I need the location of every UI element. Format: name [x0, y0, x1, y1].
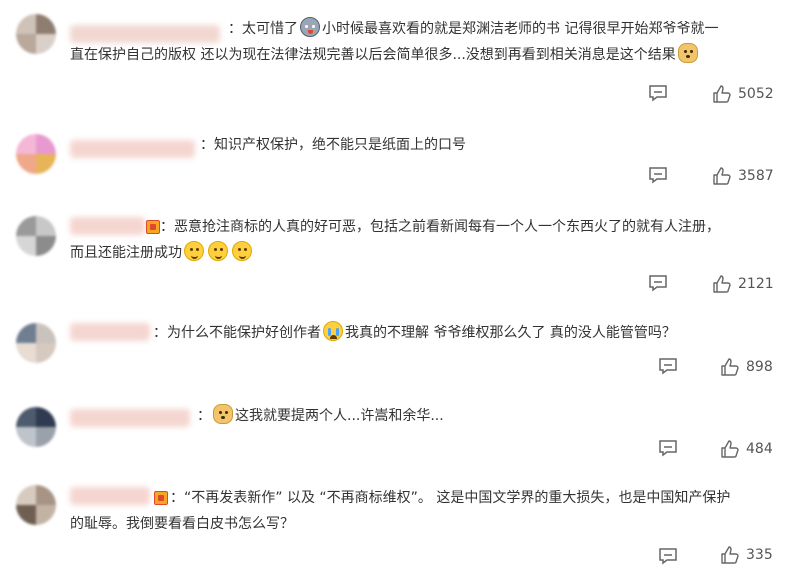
- comment-text-part: ：恶意抢注商标的人真的好可恶，包括之前看新闻每有一个人一个东西火了的就有人注册，: [160, 219, 720, 235]
- like-count: 3587: [738, 168, 774, 184]
- fan-badge-icon: [146, 220, 160, 234]
- username[interactable]: [70, 140, 195, 158]
- like-count: 335: [746, 547, 773, 563]
- thumbs-up-icon: [713, 275, 731, 293]
- username[interactable]: [70, 409, 190, 427]
- comment-text: ：知识产权保护，绝不能只是纸面上的口号: [200, 132, 780, 158]
- comment-item: ：知识产权保护，绝不能只是纸面上的口号 3587: [0, 112, 794, 202]
- thumbs-up-icon: [721, 546, 739, 564]
- comment-button[interactable]: [648, 166, 668, 184]
- username[interactable]: [70, 25, 220, 43]
- like-count: 484: [746, 441, 773, 457]
- comment-button[interactable]: [658, 439, 678, 457]
- avatar[interactable]: [16, 485, 56, 525]
- comment-item: ： 这我就要提两个人...许嵩和余华... 484: [0, 397, 794, 477]
- comment-item: ：“不再发表新作” 以及 “不再商标维权”。 这是中国文学界的重大损失，也是中国…: [0, 477, 794, 585]
- fan-badge-icon: [154, 491, 168, 505]
- comment-text-line: 直在保护自己的版权 还以为现在法律法规完善以后会简单很多...没想到再看到相关消…: [70, 42, 780, 68]
- comment-text-part: 而且还能注册成功: [70, 245, 182, 261]
- comment-item: ：为什么不能保护好创作者 我真的不理解 爷爷维权那么久了 真的没人能管管吗？ 89…: [0, 307, 794, 397]
- avatar[interactable]: [16, 407, 56, 447]
- comment-text: ：为什么不能保护好创作者 我真的不理解 爷爷维权那么久了 真的没人能管管吗？: [153, 320, 780, 346]
- comment-button[interactable]: [648, 84, 668, 102]
- like-button[interactable]: 484: [720, 439, 773, 459]
- username[interactable]: [70, 217, 145, 235]
- thumbs-up-icon: [721, 358, 739, 376]
- comment-item: ：太可惜了 小时候最喜欢看的就是郑渊洁老师的书 记得很早开始郑爷爷就一 直在保护自…: [0, 0, 794, 112]
- thumbs-up-icon: [713, 85, 731, 103]
- thumbs-up-icon: [713, 167, 731, 185]
- doge-emoji-icon: [677, 43, 698, 63]
- like-button[interactable]: 898: [720, 357, 773, 377]
- thumbs-up-icon: [721, 440, 739, 458]
- like-count: 2121: [738, 276, 774, 292]
- comment-bubble-icon: [649, 275, 667, 292]
- username[interactable]: [70, 487, 150, 505]
- like-count: 898: [746, 359, 773, 375]
- avatar[interactable]: [16, 134, 56, 174]
- like-button[interactable]: 2121: [712, 274, 774, 294]
- comment-item: ：恶意抢注商标的人真的好可恶，包括之前看新闻每有一个人一个东西火了的就有人注册，…: [0, 202, 794, 307]
- comment-text-part: ：太可惜了: [228, 21, 298, 37]
- smile-emoji-icon: [232, 241, 252, 261]
- comment-text: ：“不再发表新作” 以及 “不再商标维权”。 这是中国文学界的重大损失，也是中国…: [170, 485, 780, 511]
- comment-text-line: 的耻辱。我倒要看看白皮书怎么写？: [70, 511, 780, 537]
- comment-button[interactable]: [658, 357, 678, 375]
- comment-text-part: ：为什么不能保护好创作者: [153, 325, 321, 341]
- husky-emoji-icon: [300, 17, 320, 37]
- comment-bubble-icon: [659, 548, 677, 565]
- comment-bubble-icon: [649, 167, 667, 184]
- comment-text-part: ：知识产权保护，绝不能只是纸面上的口号: [200, 137, 466, 153]
- comment-text: ：太可惜了 小时候最喜欢看的就是郑渊洁老师的书 记得很早开始郑爷爷就一: [228, 16, 780, 42]
- comment-bubble-icon: [659, 358, 677, 375]
- username[interactable]: [70, 323, 150, 341]
- comment-text-part: 的耻辱。我倒要看看白皮书怎么写？: [70, 516, 294, 532]
- comment-text: ：恶意抢注商标的人真的好可恶，包括之前看新闻每有一个人一个东西火了的就有人注册，: [160, 214, 780, 240]
- comment-text-part: ：“不再发表新作” 以及 “不再商标维权”。 这是中国文学界的重大损失，也是中国…: [170, 490, 731, 506]
- comment-text: ： 这我就要提两个人...许嵩和余华...: [197, 403, 780, 429]
- avatar[interactable]: [16, 216, 56, 256]
- comment-text-line: 而且还能注册成功: [70, 240, 780, 266]
- like-button[interactable]: 3587: [712, 166, 774, 186]
- smile-emoji-icon: [184, 241, 204, 261]
- like-count: 5052: [738, 86, 774, 102]
- smile-emoji-icon: [208, 241, 228, 261]
- avatar[interactable]: [16, 323, 56, 363]
- comment-button[interactable]: [648, 274, 668, 292]
- comment-text-part: 直在保护自己的版权 还以为现在法律法规完善以后会简单很多...没想到再看到相关消…: [70, 47, 676, 63]
- comment-button[interactable]: [658, 547, 678, 565]
- comment-text-part: 小时候最喜欢看的就是郑渊洁老师的书 记得很早开始郑爷爷就一: [322, 21, 719, 37]
- crying-emoji-icon: [323, 321, 343, 341]
- avatar[interactable]: [16, 14, 56, 54]
- like-button[interactable]: 5052: [712, 84, 774, 104]
- comment-text-part: 我真的不理解 爷爷维权那么久了 真的没人能管管吗？: [345, 325, 676, 341]
- comment-bubble-icon: [649, 85, 667, 102]
- comment-text-part: 这我就要提两个人...许嵩和余华...: [235, 408, 444, 424]
- doge-emoji-icon: [213, 404, 233, 424]
- comment-bubble-icon: [659, 440, 677, 457]
- comment-text-part: ：: [197, 408, 211, 424]
- like-button[interactable]: 335: [720, 545, 773, 565]
